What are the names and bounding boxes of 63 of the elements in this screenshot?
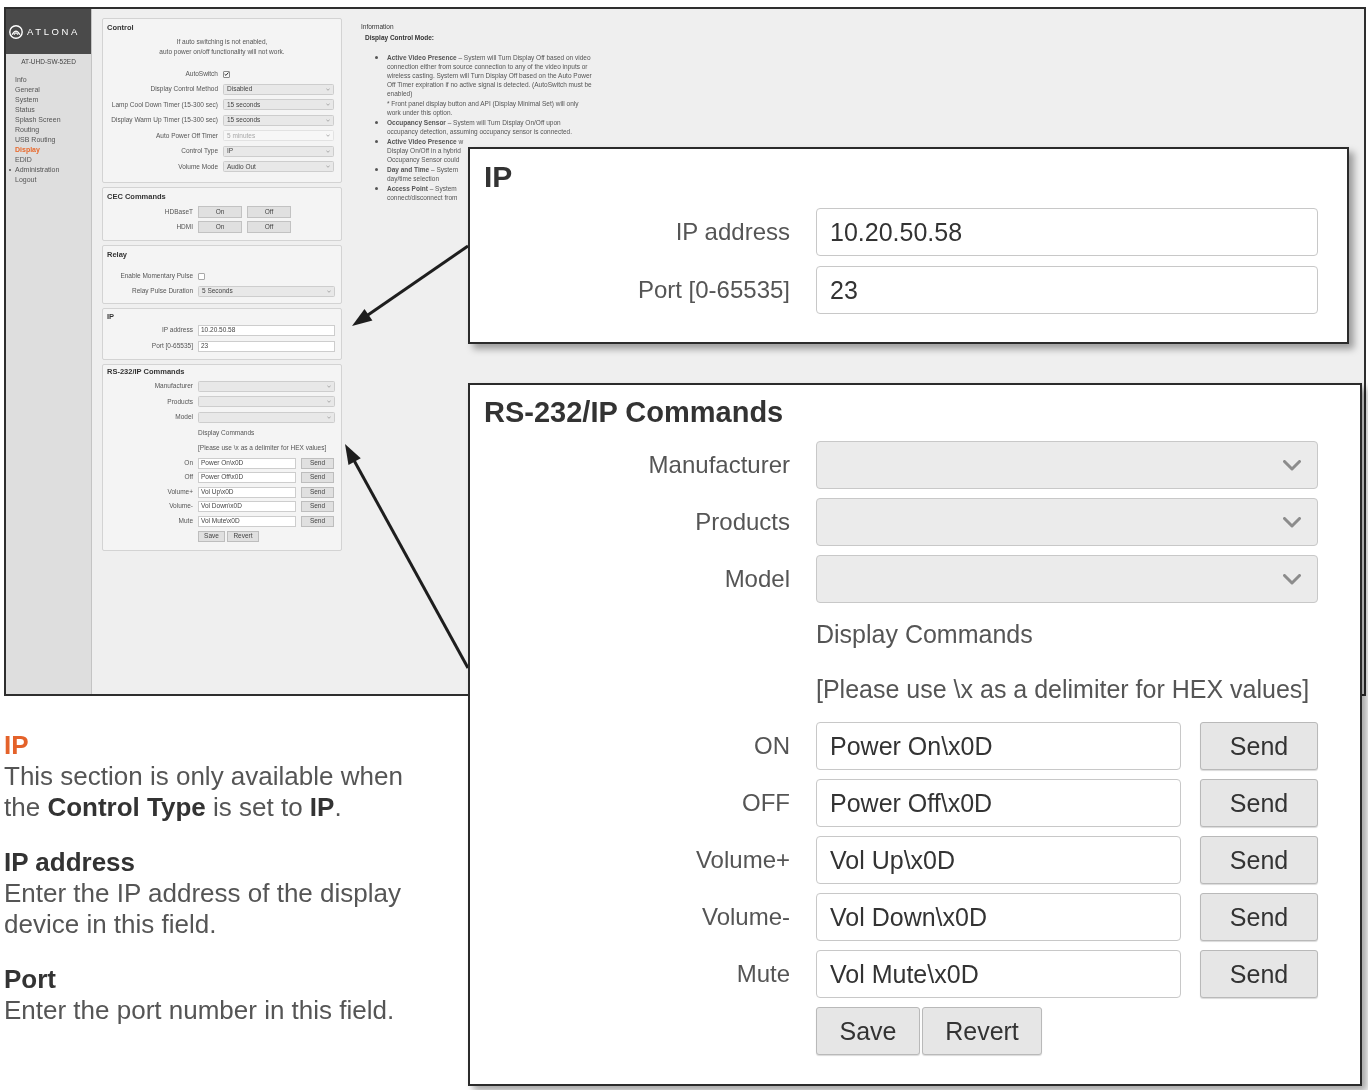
field-label: ON — [753, 731, 790, 761]
logo-icon — [9, 24, 23, 39]
send-button[interactable]: Send — [1200, 722, 1318, 770]
chevron-down-icon — [326, 134, 330, 137]
chevron-down-icon — [1283, 573, 1301, 585]
input-field[interactable]: 10.20.50.58 — [816, 208, 1318, 256]
chevron-down-icon — [327, 415, 331, 419]
input-field[interactable]: Power Off\x0D — [816, 779, 1181, 827]
term-heading: IP address — [4, 847, 137, 878]
input-field[interactable]: Vol Down\x0D — [816, 893, 1181, 941]
dropdown-select[interactable] — [816, 555, 1318, 603]
input-field[interactable]: Vol Up\x0D — [816, 836, 1181, 884]
bullet-icon — [375, 168, 378, 171]
term-heading: Port — [4, 964, 57, 995]
input-field[interactable]: 23 — [816, 266, 1318, 314]
field-label: Volume- — [700, 902, 790, 932]
send-button[interactable]: Send — [1200, 950, 1318, 998]
description-text: Enter the port number in this field. — [4, 995, 396, 1026]
dropdown-select[interactable] — [198, 380, 335, 392]
field-label: Model — [723, 564, 790, 594]
chevron-down-icon — [326, 118, 330, 122]
chevron-down-icon — [326, 103, 330, 106]
send-button[interactable]: Send — [1200, 779, 1318, 827]
send-button[interactable]: Send — [1200, 836, 1318, 884]
field-label: Port [0-65535] — [636, 275, 790, 305]
chevron-down-icon — [327, 384, 331, 388]
checkbox[interactable] — [198, 272, 205, 280]
hint-text: [Please use \x as a delimiter for HEX values] — [816, 674, 1311, 705]
checkbox[interactable] — [223, 70, 230, 78]
chevron-down-icon — [327, 400, 331, 403]
dropdown-select[interactable] — [816, 441, 1318, 489]
section-heading: IP — [4, 730, 30, 761]
revert-button[interactable]: Revert — [922, 1007, 1042, 1055]
bullet-icon — [375, 140, 378, 143]
chevron-down-icon — [1283, 516, 1301, 528]
bullet-icon — [375, 56, 378, 59]
chevron-down-icon — [326, 149, 330, 153]
description-text: Enter the IP address of the display device in this field. — [4, 878, 402, 940]
save-button[interactable]: Save — [816, 1007, 920, 1055]
description-text: This section is only available when the Control Type is set to IP. — [4, 761, 404, 823]
chevron-down-icon — [326, 87, 330, 91]
section-heading: Display Commands — [816, 619, 1034, 650]
dropdown-select[interactable] — [816, 498, 1318, 546]
chevron-down-icon — [1283, 459, 1301, 471]
logo-wordmark: ATLONA — [27, 25, 80, 38]
field-label: Products — [694, 507, 790, 537]
chevron-down-icon — [327, 289, 331, 293]
chevron-down-icon — [326, 165, 330, 168]
input-field[interactable]: Vol Mute\x0D — [816, 950, 1181, 998]
field-label: Mute — [735, 959, 790, 989]
bullet-icon — [375, 121, 378, 124]
field-label: Volume+ — [694, 845, 790, 875]
checkmark-icon — [224, 72, 229, 76]
bullet-icon — [375, 187, 378, 190]
dropdown-select[interactable] — [198, 411, 335, 423]
field-label: Manufacturer — [647, 450, 790, 480]
input-field[interactable]: Power On\x0D — [816, 722, 1181, 770]
section-title: RS-232/IP Commands — [484, 395, 785, 430]
send-button[interactable]: Send — [1200, 893, 1318, 941]
section-title: IP — [484, 159, 514, 195]
field-label: IP address — [674, 217, 790, 247]
dropdown-select[interactable] — [198, 396, 335, 407]
field-label: OFF — [741, 788, 790, 818]
